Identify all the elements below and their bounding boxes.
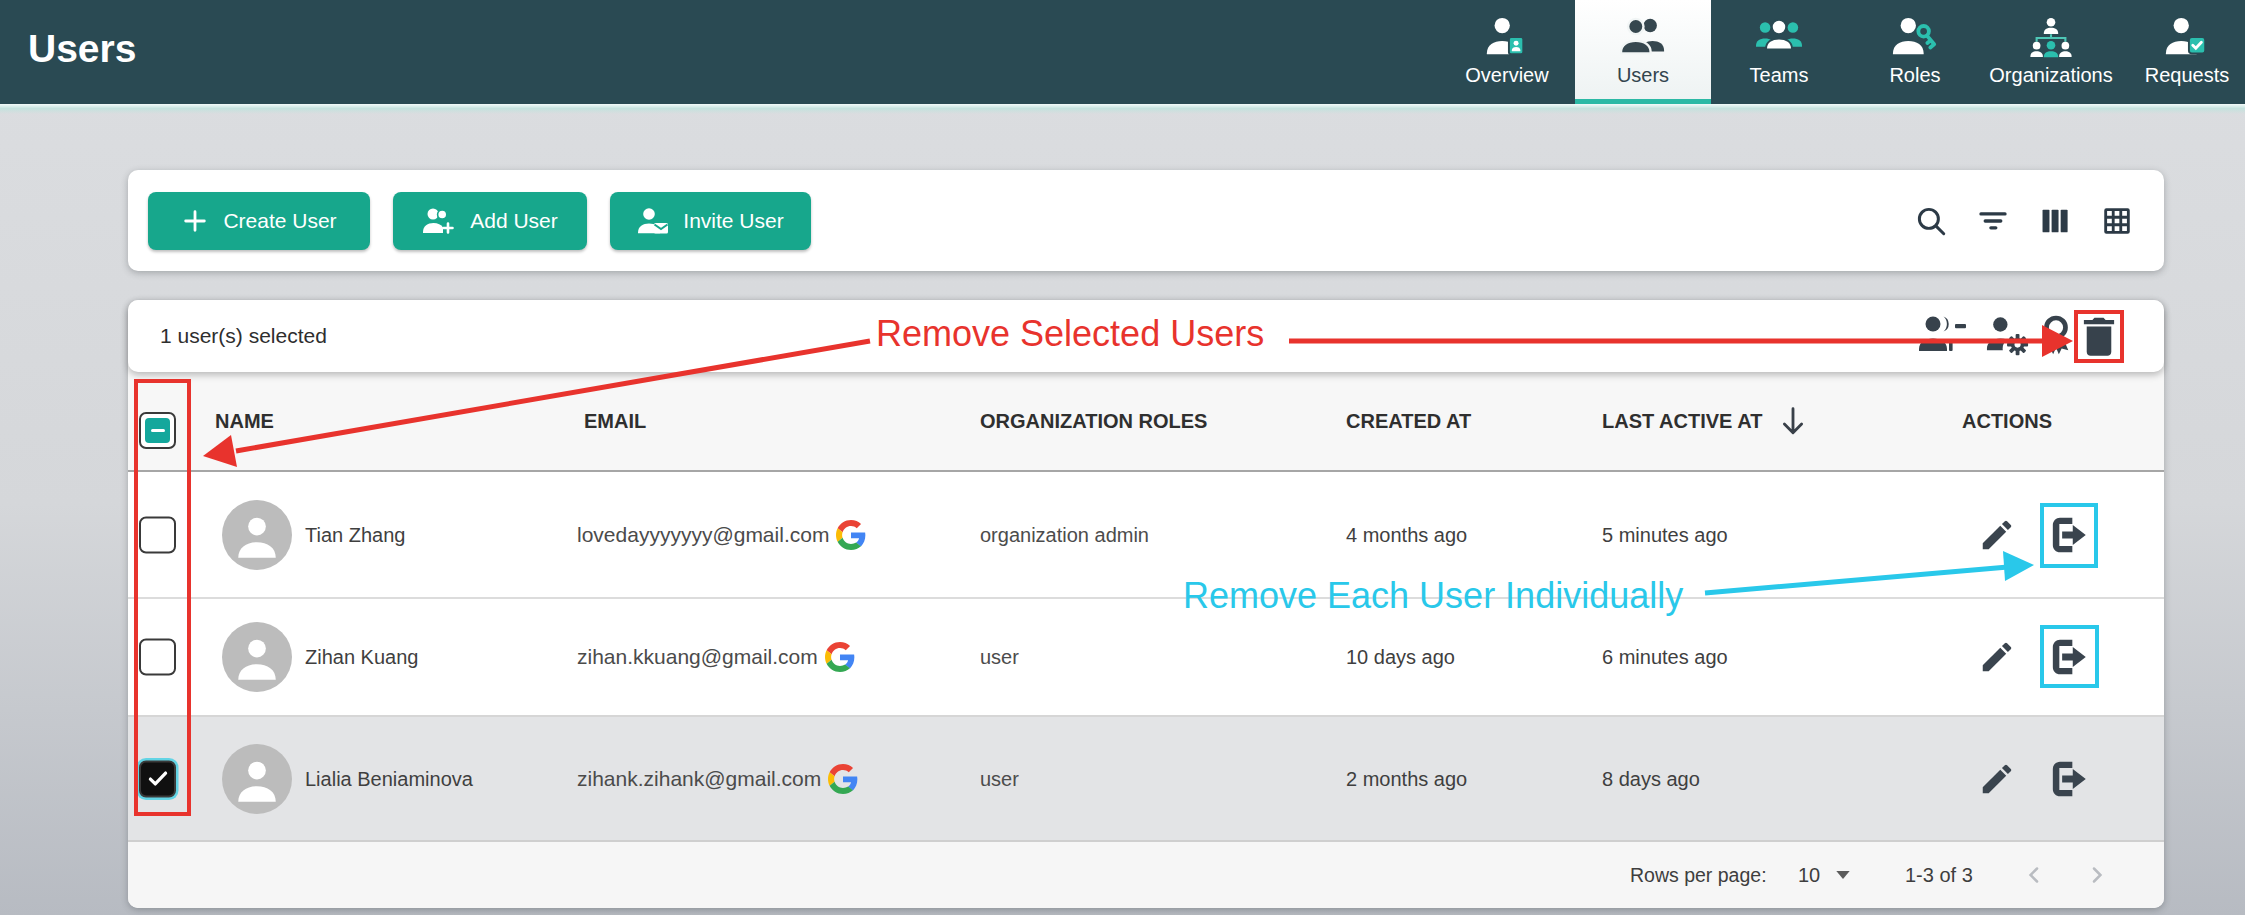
user-name: Lialia Beniaminova xyxy=(305,767,473,790)
edit-user-icon[interactable] xyxy=(1978,760,2016,798)
annotation-red-box-trash xyxy=(2074,310,2124,363)
user-email: lovedayyyyyyy@gmail.com xyxy=(577,520,866,550)
user-name: Zihan Kuang xyxy=(305,646,418,669)
tab-label: Requests xyxy=(2145,64,2230,87)
remove-user-icon[interactable] xyxy=(2042,753,2094,805)
invite-user-button[interactable]: Invite User xyxy=(610,192,811,250)
column-header-last-active[interactable]: LAST ACTIVE AT xyxy=(1602,410,1762,433)
tab-users[interactable]: Users xyxy=(1575,0,1711,104)
table-row: Tian Zhang lovedayyyyyyy@gmail.com organ… xyxy=(128,472,2164,597)
add-user-button[interactable]: Add User xyxy=(393,192,587,250)
annotation-red-box-checkbox-column xyxy=(134,379,191,816)
plus-icon xyxy=(181,207,209,235)
chevron-left-icon[interactable] xyxy=(2021,862,2047,888)
google-icon xyxy=(836,520,866,550)
sort-desc-icon[interactable] xyxy=(1778,405,1808,437)
button-label: Add User xyxy=(470,209,558,233)
rows-per-page-label: Rows per page: xyxy=(1630,864,1767,887)
tab-overview[interactable]: Overview xyxy=(1439,0,1575,104)
user-created: 2 months ago xyxy=(1346,767,1467,790)
tab-label: Users xyxy=(1617,64,1669,87)
people-icon xyxy=(1620,14,1666,61)
users-table-card: 1 user(s) selected NAME EMAIL ORGANIZATI… xyxy=(128,300,2164,908)
header-glow xyxy=(0,104,2245,114)
actions-toolbar: Create User Add User Invite User xyxy=(128,170,2164,271)
table-row: Zihan Kuang zihan.kkuang@gmail.com user … xyxy=(128,597,2164,715)
create-user-button[interactable]: Create User xyxy=(148,192,370,250)
avatar xyxy=(222,622,292,692)
google-icon xyxy=(828,764,858,794)
annotation-cyan-box-row1-remove xyxy=(2040,503,2098,568)
search-icon[interactable] xyxy=(1914,204,1948,238)
user-last-active: 8 days ago xyxy=(1602,767,1700,790)
table-header-row: NAME EMAIL ORGANIZATION ROLES CREATED AT… xyxy=(128,372,2164,472)
user-role: user xyxy=(980,646,1019,669)
team-group-icon xyxy=(1755,14,1803,61)
group-remove-icon[interactable] xyxy=(1919,314,1969,358)
annotation-cyan-box-row2-remove xyxy=(2040,625,2099,688)
google-icon xyxy=(825,642,855,672)
annotation-remove-selected-text: Remove Selected Users xyxy=(876,313,1264,355)
column-header-created[interactable]: CREATED AT xyxy=(1346,410,1471,433)
columns-icon[interactable] xyxy=(2038,204,2072,238)
filter-icon[interactable] xyxy=(1976,204,2010,238)
edit-user-icon[interactable] xyxy=(1978,638,2016,676)
tab-label: Overview xyxy=(1465,64,1548,87)
user-email: zihank.zihank@gmail.com xyxy=(577,764,858,794)
toolbar-icons xyxy=(1914,170,2134,271)
user-created: 4 months ago xyxy=(1346,523,1467,546)
chevron-right-icon[interactable] xyxy=(2084,862,2110,888)
manage-accounts-icon[interactable] xyxy=(1986,314,2030,358)
user-last-active: 6 minutes ago xyxy=(1602,646,1728,669)
rows-per-page-select[interactable]: 10 xyxy=(1798,864,1820,887)
tab-teams[interactable]: Teams xyxy=(1711,0,1847,104)
button-label: Create User xyxy=(223,209,336,233)
annotation-remove-individual-text: Remove Each User Individually xyxy=(1183,575,1683,617)
edit-user-icon[interactable] xyxy=(1978,516,2016,554)
pagination-range: 1-3 of 3 xyxy=(1905,864,1973,887)
person-add-icon xyxy=(422,206,456,236)
user-name: Tian Zhang xyxy=(305,523,405,546)
caret-down-icon[interactable] xyxy=(1836,871,1850,879)
person-invite-icon xyxy=(637,206,669,236)
tab-roles[interactable]: Roles xyxy=(1847,0,1983,104)
column-header-actions: ACTIONS xyxy=(1962,410,2052,433)
user-role: user xyxy=(980,767,1019,790)
person-check-icon xyxy=(2164,14,2210,61)
grid-icon[interactable] xyxy=(2100,204,2134,238)
top-nav-bar: Users Overview Users Teams Roles Organiz… xyxy=(0,0,2245,104)
avatar xyxy=(222,500,292,570)
page-title: Users xyxy=(28,27,136,71)
column-header-name[interactable]: NAME xyxy=(215,410,274,433)
tab-label: Organizations xyxy=(1989,64,2112,87)
app: Users Overview Users Teams Roles Organiz… xyxy=(0,0,2245,915)
table-footer: Rows per page: 10 1-3 of 3 xyxy=(128,840,2164,908)
person-key-icon xyxy=(1892,14,1938,61)
tab-label: Roles xyxy=(1889,64,1940,87)
org-chart-icon xyxy=(2027,14,2075,61)
person-badge-icon xyxy=(1484,14,1530,61)
selection-count-text: 1 user(s) selected xyxy=(160,324,327,348)
user-created: 10 days ago xyxy=(1346,646,1455,669)
user-email: zihan.kkuang@gmail.com xyxy=(577,642,855,672)
avatar xyxy=(222,744,292,814)
tab-requests[interactable]: Requests xyxy=(2119,0,2245,104)
tab-organizations[interactable]: Organizations xyxy=(1983,0,2119,104)
user-last-active: 5 minutes ago xyxy=(1602,523,1728,546)
tab-label: Teams xyxy=(1750,64,1809,87)
column-header-roles[interactable]: ORGANIZATION ROLES xyxy=(980,410,1207,433)
table-row-selected: Lialia Beniaminova zihank.zihank@gmail.c… xyxy=(128,715,2164,840)
button-label: Invite User xyxy=(683,209,783,233)
column-header-email[interactable]: EMAIL xyxy=(584,410,646,433)
user-role: organization admin xyxy=(980,523,1149,546)
award-icon[interactable] xyxy=(2038,314,2074,358)
nav-tabs: Overview Users Teams Roles Organizations… xyxy=(1439,0,2245,104)
